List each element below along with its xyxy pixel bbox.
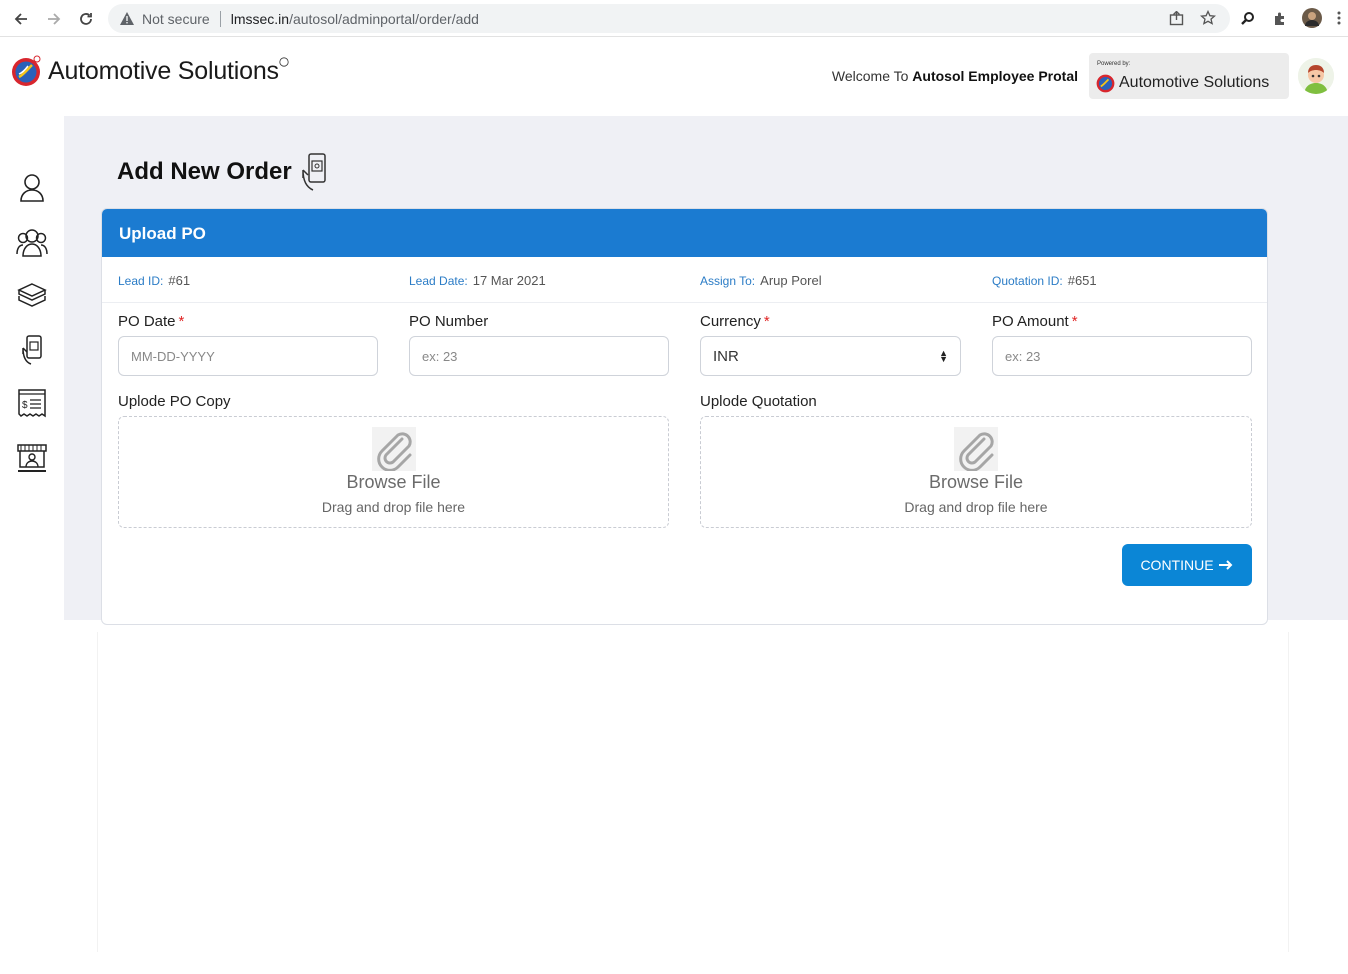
app-header: Automotive Solutions Welcome To Autosol … xyxy=(0,37,1348,116)
po-date-label: PO Date * xyxy=(118,313,184,330)
brand-logo-icon xyxy=(12,55,41,86)
assign-to-key: Assign To: xyxy=(700,274,756,288)
upload-po-card: Upload PO Lead ID: #61 Lead Date: 17 Mar 2… xyxy=(101,208,1268,625)
po-number-placeholder: ex: 23 xyxy=(422,348,458,364)
lead-id-key: Lead ID: xyxy=(118,274,164,288)
po-date-label-text: PO Date xyxy=(118,313,176,330)
drag-drop-hint: Drag and drop file here xyxy=(904,499,1048,515)
quotation-id: Quotation ID: #651 xyxy=(992,273,1097,288)
store-icon[interactable] xyxy=(16,442,48,474)
lower-blank-panel xyxy=(97,632,1289,952)
po-date-placeholder: MM-DD-YYYY xyxy=(131,348,215,364)
page-title: Add New Order xyxy=(117,152,330,192)
card-heading: Upload PO xyxy=(102,209,1267,257)
sidebar: $ xyxy=(0,116,64,974)
assign-to-value: Arup Porel xyxy=(760,273,822,288)
po-number-input[interactable]: ex: 23 xyxy=(409,336,669,376)
po-date-input[interactable]: MM-DD-YYYY xyxy=(118,336,378,376)
url-path: /autosol/adminportal/order/add xyxy=(289,10,479,27)
currency-select[interactable]: INR ▲ ▼ xyxy=(700,336,961,376)
currency-label-text: Currency xyxy=(700,313,761,330)
welcome-text: Welcome To Autosol Employee Protal xyxy=(832,68,1078,84)
box-icon[interactable] xyxy=(16,280,48,312)
lead-id-value: #61 xyxy=(168,273,191,288)
brand-name: Automotive Solutions xyxy=(48,56,279,85)
warning-icon xyxy=(118,10,136,28)
drag-drop-hint: Drag and drop file here xyxy=(321,499,466,515)
page-title-text: Add New Order xyxy=(117,158,292,185)
lead-date-value: 17 Mar 2021 xyxy=(472,273,546,288)
browse-file-label[interactable]: Browse File xyxy=(119,472,668,493)
arrow-right-icon xyxy=(1218,560,1232,570)
menu-kebab-icon[interactable] xyxy=(1334,8,1344,28)
order-icon[interactable] xyxy=(16,334,48,366)
address-bar[interactable]: Not secure lmssec.in/autosol/adminportal… xyxy=(108,4,1230,33)
select-caret-icon: ▲ ▼ xyxy=(939,348,948,364)
lead-date-key: Lead Date: xyxy=(409,274,468,288)
quotation-id-key: Quotation ID: xyxy=(992,274,1063,288)
back-icon[interactable] xyxy=(10,8,32,30)
url-separator xyxy=(219,10,221,27)
reload-icon[interactable] xyxy=(75,8,97,30)
user-avatar[interactable] xyxy=(1298,58,1334,94)
required-marker: * xyxy=(763,313,770,330)
profile-avatar-icon[interactable] xyxy=(1302,8,1322,28)
welcome-name: Autosol Employee Protal xyxy=(912,68,1078,84)
powered-by-label: Powered by: xyxy=(1097,61,1131,67)
browse-file-label[interactable]: Browse File xyxy=(701,472,1251,493)
user-icon[interactable] xyxy=(16,172,48,204)
powered-by-badge: Powered by: Automotive Solutions xyxy=(1089,53,1289,99)
order-title-icon xyxy=(301,153,326,191)
continue-button[interactable]: CONTINUE xyxy=(1122,544,1252,586)
po-amount-label: PO Amount * xyxy=(992,313,1078,330)
po-amount-placeholder: ex: 23 xyxy=(1005,348,1041,364)
paperclip-icon xyxy=(954,427,998,472)
currency-value: INR xyxy=(713,347,739,365)
lead-info-row: Lead ID: #61 Lead Date: 17 Mar 2021 Assign… xyxy=(102,257,1267,303)
quotation-id-value: #651 xyxy=(1067,273,1097,288)
security-label[interactable]: Not secure xyxy=(142,11,210,27)
upload-po-copy-label: Uplode PO Copy xyxy=(118,393,231,410)
paperclip-icon xyxy=(371,427,416,472)
required-marker: * xyxy=(1071,313,1078,330)
extension-tool-icon[interactable] xyxy=(1238,8,1258,28)
quotation-dropzone[interactable]: Browse File Drag and drop file here xyxy=(700,416,1252,528)
bookmark-star-icon[interactable] xyxy=(1198,8,1218,28)
assign-to: Assign To: Arup Porel xyxy=(700,273,822,288)
forward-icon[interactable] xyxy=(43,8,65,30)
invoice-icon[interactable]: $ xyxy=(16,388,48,420)
powered-logo-icon xyxy=(1096,74,1115,93)
url-host: lmssec.in xyxy=(230,10,290,27)
powered-brand-name: Automotive Solutions xyxy=(1119,74,1270,91)
po-amount-label-text: PO Amount xyxy=(992,313,1069,330)
share-icon[interactable] xyxy=(1166,8,1186,28)
svg-text:$: $ xyxy=(22,400,28,411)
required-marker: * xyxy=(178,313,185,330)
url-text[interactable]: lmssec.in/autosol/adminportal/order/add xyxy=(231,11,479,27)
currency-label: Currency * xyxy=(700,313,770,330)
team-icon[interactable] xyxy=(16,226,48,258)
brand-logo[interactable]: Automotive Solutions xyxy=(10,55,289,87)
lead-date: Lead Date: 17 Mar 2021 xyxy=(409,273,546,288)
po-number-label: PO Number xyxy=(409,313,488,330)
browser-chrome: Not secure lmssec.in/autosol/adminportal… xyxy=(0,0,1348,37)
welcome-prefix: Welcome To xyxy=(831,68,909,84)
lead-id: Lead ID: #61 xyxy=(118,273,190,288)
po-copy-dropzone[interactable]: Browse File Drag and drop file here xyxy=(118,416,669,528)
continue-label: CONTINUE xyxy=(1140,557,1214,573)
upload-quotation-label: Uplode Quotation xyxy=(700,393,817,410)
po-amount-input[interactable]: ex: 23 xyxy=(992,336,1252,376)
po-number-label-text: PO Number xyxy=(409,313,489,330)
trademark-icon xyxy=(279,57,289,67)
extensions-puzzle-icon[interactable] xyxy=(1270,8,1290,28)
